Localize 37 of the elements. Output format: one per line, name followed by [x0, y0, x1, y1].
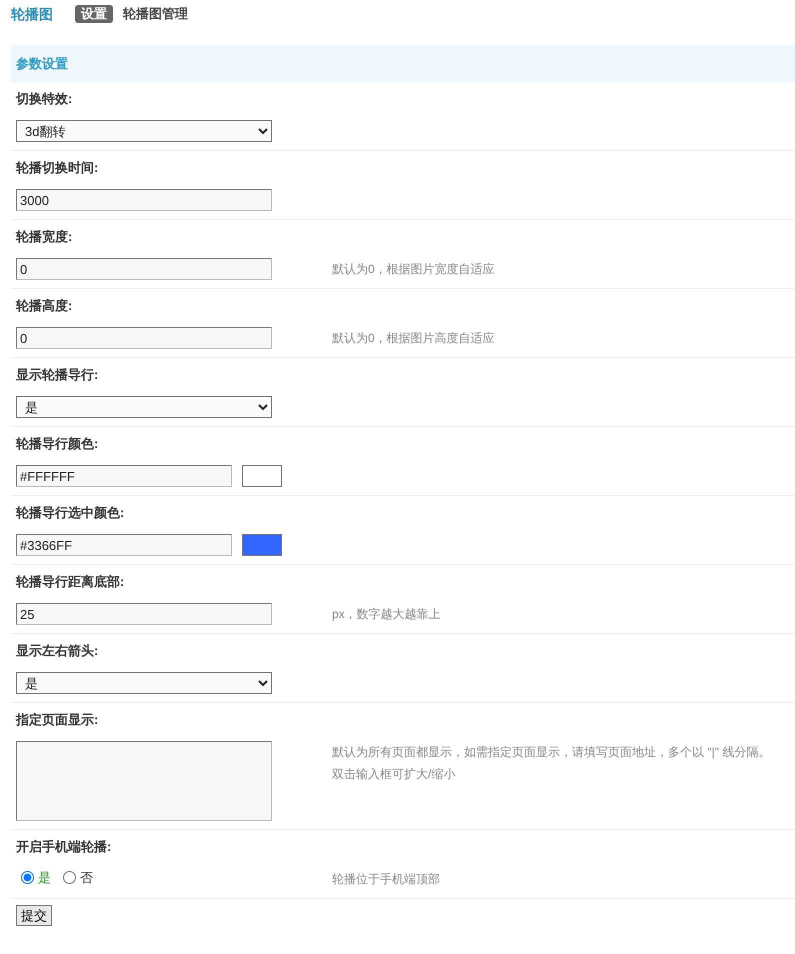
- field-label: 显示左右箭头:: [16, 643, 100, 659]
- input-field[interactable]: 3000: [16, 189, 272, 211]
- field-label: 切换特效:: [16, 91, 74, 107]
- field-label: 轮播切换时间:: [16, 160, 100, 176]
- input-field[interactable]: 25: [16, 603, 272, 625]
- field-label: 轮播高度:: [16, 298, 74, 314]
- input-field[interactable]: #3366FF: [16, 534, 232, 556]
- radio-button[interactable]: [21, 871, 34, 884]
- radio-button[interactable]: [63, 871, 76, 884]
- field-label: 轮播导行距离底部:: [16, 574, 126, 590]
- field-label: 显示轮播导行:: [16, 367, 100, 383]
- hint-text: 轮播位于手机端顶部: [332, 871, 441, 888]
- dropdown[interactable]: 是: [16, 396, 272, 418]
- input-field[interactable]: 0: [16, 258, 272, 280]
- hint-text: px，数字越大越靠上: [332, 606, 442, 623]
- field-label: 轮播宽度:: [16, 229, 74, 245]
- field-label: 指定页面显示:: [16, 712, 100, 728]
- hint-text: 默认为0，根据图片高度自适应: [332, 330, 496, 347]
- textarea-field[interactable]: [16, 741, 272, 821]
- page-title: 轮播图: [11, 4, 53, 24]
- field-label: 轮播导行选中颜色:: [16, 505, 126, 521]
- field-label: 轮播导行颜色:: [16, 436, 100, 452]
- tab[interactable]: 轮播图管理: [117, 5, 194, 23]
- input-field[interactable]: #FFFFFF: [16, 465, 232, 487]
- input-field[interactable]: 0: [16, 327, 272, 349]
- color-swatch[interactable]: [242, 534, 282, 556]
- hint-text: 默认为所有页面都显示，如需指定页面显示，请填写页面地址，多个以 "|" 线分隔。双击输入框可扩大/缩小: [332, 744, 772, 783]
- color-swatch[interactable]: [242, 465, 282, 487]
- field-label: 开启手机端轮播:: [16, 839, 112, 855]
- submit-button[interactable]: 提交: [16, 905, 52, 926]
- dropdown[interactable]: 3d翻转: [16, 120, 272, 142]
- radio-label: 是: [38, 869, 51, 887]
- panel-header: 参数设置: [11, 45, 795, 82]
- radio-label: 否: [80, 869, 93, 887]
- tab[interactable]: 设置: [75, 5, 113, 23]
- dropdown[interactable]: 是: [16, 672, 272, 694]
- hint-text: 默认为0，根据图片宽度自适应: [332, 261, 496, 278]
